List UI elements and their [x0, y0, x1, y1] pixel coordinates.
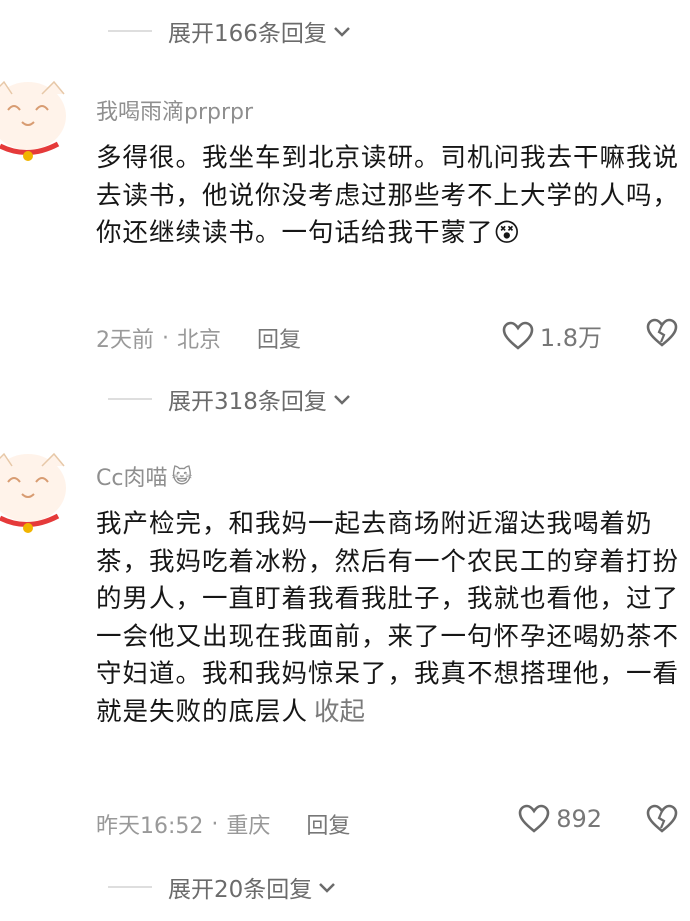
expand-label: 展开318条回复 — [168, 389, 327, 415]
avatar[interactable] — [0, 80, 72, 168]
chevron-down-icon — [333, 18, 351, 44]
expand-replies[interactable]: 展开20条回复 — [108, 870, 336, 904]
comment-body: 多得很。我坐车到北京读研。司机问我去干嘛我说去读书，他说你没考虑过那些考不上大学… — [96, 143, 680, 248]
comment-text: 多得很。我坐车到北京读研。司机问我去干嘛我说去读书，他说你没考虑过那些考不上大学… — [96, 140, 686, 253]
username-text: 我喝雨滴prprpr — [96, 100, 254, 125]
comment-text: 我产检完，和我妈一起去商场附近溜达我喝着奶茶，我妈吃着冰粉，然后有一个农民工的穿… — [96, 506, 686, 731]
broken-heart-icon — [646, 804, 678, 833]
comment-location: 重庆 — [226, 814, 271, 839]
like-button[interactable]: 1.8万 — [502, 318, 602, 353]
separator: · — [162, 325, 169, 351]
chevron-down-icon — [333, 386, 351, 412]
separator: · — [211, 811, 219, 837]
chevron-down-icon — [318, 874, 336, 900]
username[interactable]: 我喝雨滴prprpr — [96, 94, 253, 126]
expand-replies[interactable]: 展开318条回复 — [108, 382, 351, 416]
comment-time: 昨天16:52 — [96, 814, 204, 839]
reply-button[interactable]: 回复 — [306, 808, 350, 840]
like-button[interactable]: 892 — [518, 804, 602, 834]
reply-button[interactable]: 回复 — [257, 322, 301, 354]
comment-body: 我产检完，和我妈一起去商场附近溜达我喝着奶茶，我妈吃着冰粉，然后有一个农民工的穿… — [96, 509, 680, 727]
heart-icon — [518, 804, 550, 833]
comment-meta: 2天前 · 北京 回复 — [96, 322, 301, 354]
like-count: 892 — [556, 805, 602, 833]
comment-time: 2天前 — [96, 328, 154, 353]
dislike-button[interactable] — [646, 804, 678, 838]
cat-avatar-icon — [0, 452, 66, 533]
dislike-button[interactable] — [646, 318, 678, 352]
comment-meta: 昨天16:52 · 重庆 回复 — [96, 808, 350, 840]
dizzy-face-emoji-icon: 😵 — [493, 218, 522, 248]
expand-replies-top[interactable]: 展开166条回复 — [108, 14, 351, 48]
comment-location: 北京 — [177, 328, 222, 353]
broken-heart-icon — [646, 318, 678, 347]
username-text: Cc肉喵 — [96, 466, 168, 491]
avatar[interactable] — [0, 452, 72, 540]
cat-face-emoji-icon: 😺 — [171, 464, 193, 488]
expand-label: 展开20条回复 — [168, 877, 313, 903]
divider-line — [108, 886, 152, 888]
heart-icon — [502, 321, 534, 350]
expand-label: 展开166条回复 — [168, 21, 327, 47]
divider-line — [108, 398, 152, 400]
username[interactable]: Cc肉喵 😺 — [96, 460, 192, 492]
cat-avatar-icon — [0, 80, 66, 161]
divider-line — [108, 30, 152, 32]
like-count: 1.8万 — [539, 324, 602, 352]
collapse-button[interactable]: 收起 — [314, 697, 365, 727]
